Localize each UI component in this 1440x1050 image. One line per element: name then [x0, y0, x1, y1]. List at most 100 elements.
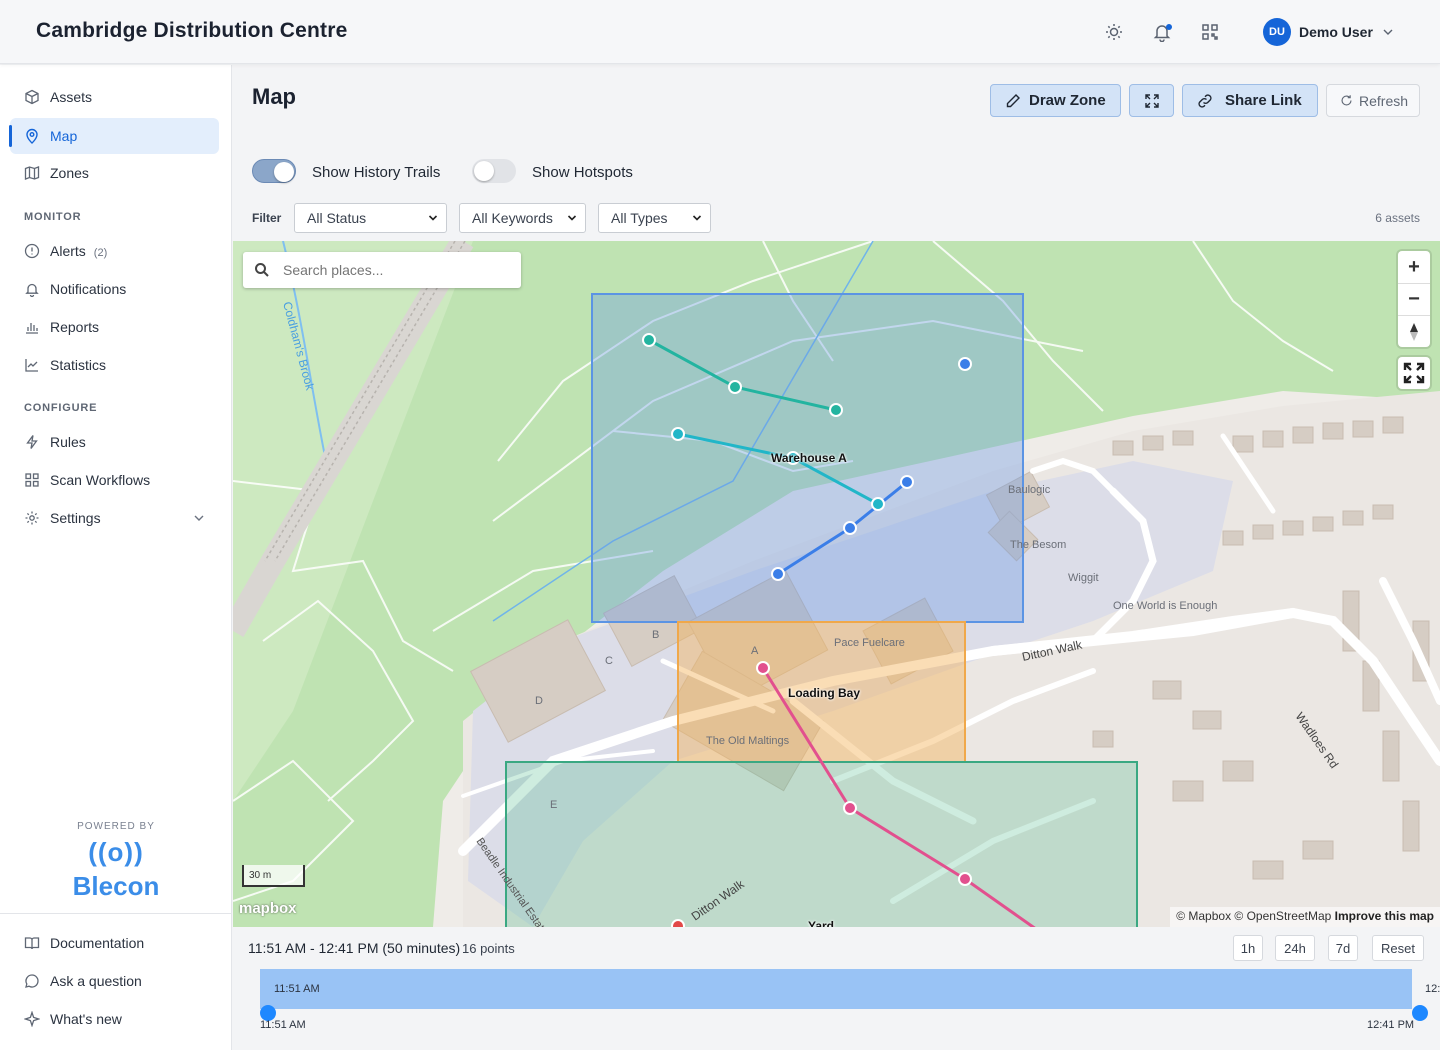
user-name[interactable]: Demo User: [1299, 24, 1373, 40]
sidebar-item-label: Map: [50, 128, 78, 144]
zoom-in-button[interactable]: +: [1398, 251, 1430, 283]
map-icon: [24, 166, 40, 180]
filter-label: Filter: [252, 211, 282, 225]
map-search[interactable]: [243, 252, 521, 288]
label-besom: The Besom: [1010, 539, 1066, 551]
fullscreen-button[interactable]: [1129, 84, 1174, 117]
label-one-world: One World is Enough: [1113, 600, 1217, 612]
timeline-range: 11:51 AM - 12:41 PM (50 minutes): [248, 940, 461, 956]
timeline-points: 16 points: [462, 941, 515, 956]
chevron-down-icon[interactable]: [1382, 26, 1394, 38]
grid-icon: [25, 473, 39, 487]
map-fullscreen-button[interactable]: [1398, 357, 1430, 389]
sidebar-item-settings[interactable]: Settings: [10, 500, 219, 536]
qr-code-icon[interactable]: [1200, 22, 1220, 42]
sidebar-item-label: Notifications: [50, 281, 127, 297]
zoom-out-button[interactable]: −: [1398, 283, 1430, 315]
improve-map-link[interactable]: Improve this map: [1335, 909, 1434, 923]
zone-label-yard: Yard: [808, 919, 835, 927]
chevron-down-icon: [428, 215, 438, 221]
sidebar-item-label: Ask a question: [50, 973, 142, 989]
app-header: Cambridge Distribution Centre DU Demo Us…: [0, 0, 1440, 64]
label-a: A: [751, 645, 759, 657]
map-zoom-controls: + −: [1398, 251, 1430, 347]
hotspots-label: Show Hotspots: [532, 164, 633, 181]
sidebar-item-label: Assets: [50, 89, 93, 105]
chevron-down-icon: [567, 215, 577, 221]
line-chart-icon: [25, 359, 38, 372]
box-icon: [25, 89, 39, 105]
chat-icon: [25, 974, 39, 988]
sidebar-item-label: Rules: [50, 434, 86, 450]
sidebar-item-ask-question[interactable]: Ask a question: [10, 963, 219, 999]
sparkle-icon: [24, 1011, 40, 1027]
sidebar-item-alerts[interactable]: Alerts (2): [10, 233, 219, 269]
map-scale-bar: 30 m: [242, 865, 305, 887]
expand-icon: [1403, 362, 1425, 384]
sidebar-item-reports[interactable]: Reports: [10, 309, 219, 345]
mapbox-logo[interactable]: mapbox: [239, 900, 297, 917]
timeline-reset-button[interactable]: Reset: [1372, 935, 1424, 961]
expand-icon: [1144, 93, 1159, 108]
keywords-filter-select[interactable]: All Keywords: [459, 203, 586, 233]
sidebar-item-assets[interactable]: Assets: [10, 79, 219, 115]
asset-count: 6 assets: [1375, 211, 1420, 225]
section-heading-monitor: MONITOR: [24, 211, 82, 223]
timeline-overflow-label: 12:4: [1425, 983, 1440, 995]
alert-count-badge: (2): [93, 247, 108, 259]
sidebar-item-zones[interactable]: Zones: [10, 155, 219, 191]
types-filter-select[interactable]: All Types: [598, 203, 711, 233]
timeline-24h-button[interactable]: 24h: [1275, 935, 1315, 961]
hotspots-toggle[interactable]: [472, 159, 516, 183]
timeline-end-handle[interactable]: [1412, 1005, 1428, 1021]
sidebar-item-scan-workflows[interactable]: Scan Workflows: [10, 462, 219, 498]
timeline-start-label: 11:51 AM: [260, 1019, 306, 1031]
sidebar-item-notifications[interactable]: Notifications: [10, 271, 219, 307]
timeline-bar[interactable]: [260, 969, 1412, 1009]
draw-zone-button[interactable]: Draw Zone: [990, 84, 1121, 117]
zone-label-loading-bay: Loading Bay: [788, 686, 861, 700]
sidebar-item-label: Zones: [50, 165, 89, 181]
sidebar-item-label: What's new: [50, 1011, 122, 1027]
sidebar-item-label: Settings: [50, 510, 101, 526]
link-icon: [1198, 93, 1212, 108]
avatar[interactable]: DU: [1263, 18, 1291, 46]
pencil-icon: [1006, 93, 1020, 107]
label-c: C: [605, 655, 613, 667]
search-icon: [255, 263, 269, 277]
sidebar-item-rules[interactable]: Rules: [10, 424, 219, 460]
sidebar-item-label: Scan Workflows: [50, 472, 151, 488]
timeline-bar-label: 11:51 AM: [274, 983, 320, 995]
compass-button[interactable]: [1398, 315, 1430, 347]
refresh-button[interactable]: Refresh: [1326, 84, 1420, 117]
section-heading-configure: CONFIGURE: [24, 402, 98, 414]
history-trails-toggle[interactable]: [252, 159, 296, 183]
blecon-logo: Blecon: [72, 871, 160, 901]
zone-yard[interactable]: [505, 761, 1138, 927]
label-pace: Pace Fuelcare: [834, 637, 905, 649]
map-attribution: © Mapbox © OpenStreetMap Improve this ma…: [1170, 907, 1440, 927]
map-canvas[interactable]: Baulogic The Besom Wiggit One World is E…: [233, 241, 1440, 927]
search-input[interactable]: [283, 260, 513, 280]
sidebar-item-whats-new[interactable]: What's new: [10, 1001, 219, 1037]
sidebar-item-documentation[interactable]: Documentation: [10, 925, 219, 961]
share-link-button[interactable]: Share Link: [1182, 84, 1318, 117]
label-d: D: [535, 695, 543, 707]
label-baulogic: Baulogic: [1008, 484, 1051, 496]
map-view[interactable]: Baulogic The Besom Wiggit One World is E…: [233, 241, 1440, 927]
powered-by-label: POWERED BY: [77, 821, 155, 832]
sidebar-item-statistics[interactable]: Statistics: [10, 347, 219, 383]
sidebar-item-label: Documentation: [50, 935, 145, 951]
timeline-1h-button[interactable]: 1h: [1233, 935, 1263, 961]
bar-chart-icon: [26, 323, 38, 334]
status-filter-select[interactable]: All Status: [294, 203, 447, 233]
zone-label-warehouse-a: Warehouse A: [771, 451, 847, 465]
sidebar-item-map[interactable]: Map: [9, 118, 219, 154]
sidebar-divider: [0, 913, 232, 914]
refresh-icon: [1341, 95, 1352, 106]
lightning-icon: [26, 435, 38, 449]
timeline-7d-button[interactable]: 7d: [1328, 935, 1358, 961]
label-b: B: [652, 629, 659, 641]
sun-icon[interactable]: [1104, 22, 1124, 42]
label-e: E: [550, 799, 557, 811]
